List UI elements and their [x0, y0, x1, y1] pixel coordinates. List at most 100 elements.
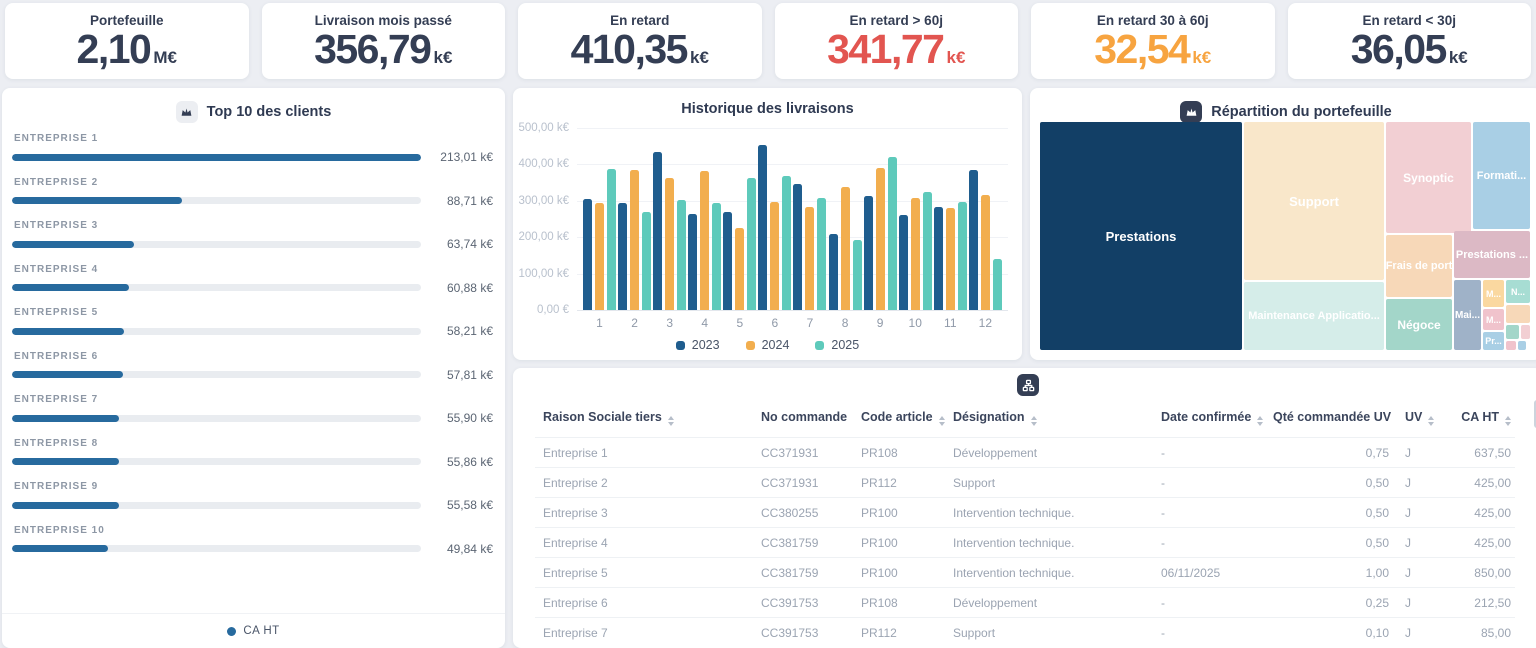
treemap-tile-support[interactable]: Support — [1244, 122, 1384, 280]
bar-2024[interactable] — [946, 208, 955, 310]
month-group — [864, 128, 897, 310]
bar-2025[interactable] — [712, 203, 721, 310]
table-cell: CC391753 — [753, 588, 853, 618]
bar-2024[interactable] — [630, 170, 639, 310]
bar[interactable] — [12, 284, 129, 291]
legend-item-2024[interactable]: 2024 — [746, 338, 790, 352]
bar-2025[interactable] — [958, 202, 967, 310]
bar[interactable] — [12, 502, 119, 509]
treemap-tile-m-[interactable]: M... — [1483, 280, 1504, 307]
bar-2024[interactable] — [770, 202, 779, 310]
legend-item-2025[interactable]: 2025 — [815, 338, 859, 352]
column-header-sort[interactable]: No commande — [753, 402, 853, 438]
bar-2023[interactable] — [583, 199, 592, 310]
column-header-sort[interactable]: Désignation — [945, 402, 1153, 438]
bar[interactable] — [12, 197, 182, 204]
treemap-tile-m-[interactable]: M... — [1483, 309, 1504, 330]
bar-2025[interactable] — [677, 200, 686, 310]
table-cell: Entreprise 6 — [535, 588, 753, 618]
bar-2023[interactable] — [618, 203, 627, 310]
column-header-sort[interactable]: Raison Sociale tiers — [535, 402, 753, 438]
bar-2025[interactable] — [888, 157, 897, 310]
treemap-tile-mai-[interactable]: Mai... — [1454, 280, 1481, 350]
x-axis-tick: 2 — [618, 316, 651, 330]
treemap-tile-prestations[interactable]: Prestations — [1040, 122, 1242, 350]
legend-item-2023[interactable]: 2023 — [676, 338, 720, 352]
bar-2024[interactable] — [841, 187, 850, 310]
bar-2025[interactable] — [993, 259, 1002, 310]
x-axis-tick: 6 — [758, 316, 791, 330]
bar-2025[interactable] — [782, 176, 791, 310]
bar[interactable] — [12, 458, 119, 465]
treemap-tile-frais-de-port[interactable]: Frais de port — [1386, 235, 1452, 297]
treemap-tile[interactable] — [1506, 341, 1516, 350]
bar-2023[interactable] — [723, 212, 732, 310]
bar[interactable] — [12, 545, 108, 552]
history-x-axis: 123456789101112 — [577, 316, 1008, 330]
y-axis-tick: 200,00 k€ — [509, 231, 569, 243]
table-row[interactable]: Entreprise 7CC391753PR112Support-0,10J85… — [535, 618, 1515, 648]
bar[interactable] — [12, 154, 421, 161]
client-label: ENTREPRISE 1 — [14, 133, 493, 144]
column-header-sort[interactable]: Qté commandée UV — [1265, 402, 1397, 438]
treemap-tile[interactable] — [1506, 305, 1530, 323]
treemap-tile-synoptic[interactable]: Synoptic — [1386, 122, 1471, 233]
bar-2024[interactable] — [700, 171, 709, 310]
bar-2024[interactable] — [805, 207, 814, 310]
table-row[interactable]: Entreprise 1CC371931PR108Développement-0… — [535, 438, 1515, 468]
bar[interactable] — [12, 371, 123, 378]
table-row[interactable]: Entreprise 3CC380255PR100Intervention te… — [535, 498, 1515, 528]
treemap-tile[interactable] — [1506, 325, 1519, 339]
treemap-tile-formati-[interactable]: Formati... — [1473, 122, 1530, 229]
bar-2023[interactable] — [688, 214, 697, 310]
bar-2024[interactable] — [911, 198, 920, 310]
treemap-tile-pr-[interactable]: Pr... — [1483, 332, 1504, 350]
bar-2023[interactable] — [758, 145, 767, 310]
bar-2023[interactable] — [793, 184, 802, 310]
bar-2024[interactable] — [981, 195, 990, 310]
bar[interactable] — [12, 415, 119, 422]
bar-2025[interactable] — [853, 240, 862, 310]
table-row[interactable]: Entreprise 4CC381759PR100Intervention te… — [535, 528, 1515, 558]
bar-2024[interactable] — [595, 203, 604, 310]
hierarchy-icon-button[interactable] — [1017, 374, 1039, 396]
bar-row: 213,01 k€ — [12, 150, 493, 164]
bar-2023[interactable] — [934, 207, 943, 310]
column-header-sort[interactable]: Code article — [853, 402, 945, 438]
column-header-sort[interactable]: CA HT — [1439, 402, 1515, 438]
table-row[interactable]: Entreprise 6CC391753PR108Développement-0… — [535, 588, 1515, 618]
bar-row: 55,86 k€ — [12, 455, 493, 469]
bar-track — [12, 502, 421, 509]
bar-2025[interactable] — [642, 212, 651, 310]
treemap-tile[interactable] — [1518, 341, 1526, 350]
crown-icon — [176, 101, 198, 123]
bar-2023[interactable] — [829, 234, 838, 310]
bar-2024[interactable] — [665, 178, 674, 310]
bar-2023[interactable] — [864, 196, 873, 310]
treemap-tile[interactable] — [1521, 325, 1530, 339]
treemap-tile-maintenance-applicatio-[interactable]: Maintenance Applicatio... — [1244, 282, 1384, 350]
table-row[interactable]: Entreprise 5CC381759PR100Intervention te… — [535, 558, 1515, 588]
bar[interactable] — [12, 241, 134, 248]
month-group — [618, 128, 651, 310]
table-row[interactable]: Entreprise 2CC371931PR112Support-0,50J42… — [535, 468, 1515, 498]
bar-track — [12, 328, 421, 335]
bar-2025[interactable] — [817, 198, 826, 310]
bar-2025[interactable] — [923, 192, 932, 310]
column-header-sort[interactable]: Date confirmée — [1153, 402, 1265, 438]
treemap-tile-prestations-[interactable]: Prestations ... — [1454, 231, 1530, 278]
column-header-sort[interactable]: UV — [1397, 402, 1439, 438]
bar-2025[interactable] — [747, 178, 756, 310]
bar-2024[interactable] — [735, 228, 744, 310]
bar-2023[interactable] — [969, 170, 978, 311]
client-label: ENTREPRISE 7 — [14, 394, 493, 405]
bar-2024[interactable] — [876, 168, 885, 310]
client-label: ENTREPRISE 6 — [14, 351, 493, 362]
bar[interactable] — [12, 328, 124, 335]
bar-2025[interactable] — [607, 169, 616, 310]
table-cell: Entreprise 7 — [535, 618, 753, 648]
treemap-tile-n-goce[interactable]: Négoce — [1386, 299, 1452, 350]
treemap-tile-n-[interactable]: N... — [1506, 280, 1530, 303]
bar-2023[interactable] — [899, 215, 908, 310]
bar-2023[interactable] — [653, 152, 662, 310]
